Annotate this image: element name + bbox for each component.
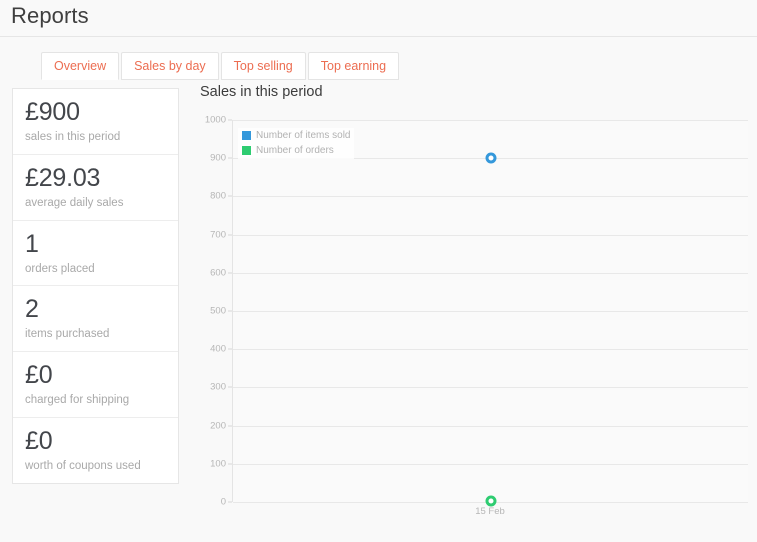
stat-label: items purchased [25,328,110,341]
stat-label: charged for shipping [25,394,130,407]
legend-label: Number of items sold [256,129,351,141]
grid-line [233,349,748,351]
y-axis-tick-mark [228,463,232,465]
tab-overview[interactable]: Overview [41,52,120,80]
y-axis-tick-mark [228,195,232,197]
tab-top-selling[interactable]: Top selling [220,52,306,80]
stat-value: £29.03 [25,163,101,192]
y-axis-tick-mark [228,157,232,159]
grid-line [233,196,748,198]
stat-value: £0 [25,426,53,455]
stat-card: 2 items purchased [13,286,178,353]
stat-label: orders placed [25,262,95,275]
summary-stats-panel: £900 sales in this period £29.03 average da… [12,88,179,484]
stat-card: 1 orders placed [13,221,178,287]
reports-page: Reports Overview Sales by day Top selling T… [0,0,757,542]
y-axis-tick-mark [228,310,232,312]
y-axis-tick-label: 400 [210,343,226,355]
tab-top-earning[interactable]: Top earning [307,52,400,80]
page-title: Reports [11,3,89,28]
stat-label: average daily sales [25,196,124,209]
stat-value: 2 [25,295,39,324]
grid-line [233,311,748,312]
y-axis-tick-label: 900 [210,152,226,164]
stat-value: £0 [25,361,53,390]
y-axis-tick-label: 200 [210,420,226,432]
y-axis-tick-mark [228,234,232,236]
grid-line [233,425,748,427]
legend-swatch-icon [241,145,252,156]
tab-sales-by-day[interactable]: Sales by day [121,52,219,80]
x-axis-tick-label: 15 Feb [475,506,505,517]
y-axis-tick-mark [228,348,232,350]
grid-line [233,272,748,274]
legend-item[interactable]: Number of items sold [241,130,350,141]
stat-label: worth of coupons used [25,459,141,472]
y-axis-tick-label: 1000 [204,114,226,126]
y-axis-tick-label: 0 [220,496,226,508]
stat-value: 1 [25,229,39,258]
grid-line [233,120,748,121]
legend-swatch-icon [241,130,252,141]
y-axis-tick-label: 300 [210,381,226,393]
y-axis-tick-mark [228,119,232,121]
stat-card: £0 worth of coupons used [13,418,178,483]
grid-line [233,387,748,389]
page-header: Reports [0,0,757,37]
legend-item[interactable]: Number of orders [241,145,350,156]
y-axis-tick-label: 800 [210,190,226,202]
grid-line [233,234,748,236]
chart-plot-area [232,120,748,507]
y-axis-tick-label: 100 [210,458,226,470]
grid-line [233,463,748,465]
stat-card: £29.03 average daily sales [13,155,178,221]
sales-chart-panel: Sales in this period 0 100 200 300 400 500 600… [195,84,755,534]
chart-plot-wrapper: 0 100 200 300 400 500 600 700 800 900 1000 15 Feb [195,115,753,520]
chart-legend: Number of items sold Number of orders [238,128,355,159]
data-point[interactable] [485,152,497,164]
stat-label: sales in this period [25,131,121,143]
y-axis-tick-label: 500 [210,305,226,317]
y-axis-tick-mark [228,386,232,388]
y-axis-tick-mark [228,272,232,274]
report-tabs: Overview Sales by day Top selling Top earni… [41,52,401,80]
y-axis-tick-mark [228,501,232,503]
y-axis-tick-mark [228,425,232,427]
stat-card: £0 charged for shipping [13,352,178,418]
chart-title: Sales in this period [200,84,323,100]
stat-value: £900 [25,98,80,126]
y-axis-tick-label: 600 [210,267,226,279]
legend-label: Number of orders [256,144,334,156]
stat-card: £900 sales in this period [13,89,178,155]
y-axis-tick-label: 700 [210,229,226,241]
